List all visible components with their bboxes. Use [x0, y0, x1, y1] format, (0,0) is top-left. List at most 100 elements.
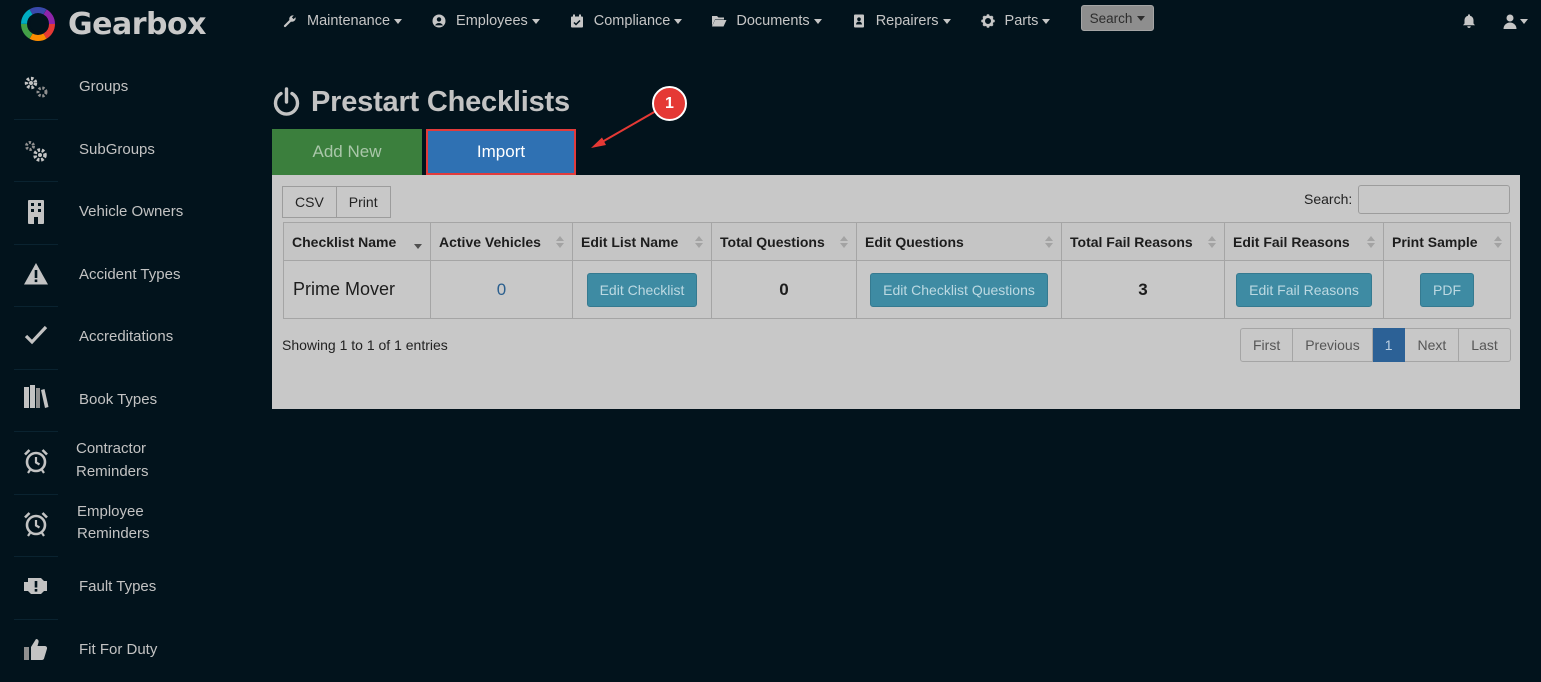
sidebar-divider	[14, 306, 58, 307]
total-questions-cell: 0	[711, 260, 857, 319]
nav-employees[interactable]: Employees	[431, 13, 540, 29]
warning-icon	[22, 260, 50, 288]
sidebar-item-fault-types[interactable]: Fault Types	[0, 556, 240, 619]
sidebar-divider	[14, 431, 58, 432]
pagination-first-button[interactable]: First	[1240, 328, 1294, 362]
brand-name: Gearbox	[68, 6, 206, 42]
pagination: First Previous 1 Next Last	[1240, 328, 1511, 362]
edit-checklist-questions-button[interactable]: Edit Checklist Questions	[870, 272, 1048, 307]
building-icon	[22, 198, 50, 226]
nav-repairers[interactable]: Repairers	[851, 13, 951, 29]
sidebar-item-accident-types[interactable]: Accident Types	[0, 243, 240, 307]
global-search-dropdown[interactable]: Search	[1081, 5, 1154, 31]
brand-logo[interactable]: Gearbox	[18, 4, 206, 44]
column-header-edit-questions[interactable]: Edit Questions	[856, 222, 1062, 261]
pagination-last-button[interactable]: Last	[1459, 328, 1511, 362]
chevron-down-icon	[394, 18, 403, 24]
edit-fail-reasons-button[interactable]: Edit Fail Reasons	[1236, 272, 1372, 307]
pagination-next-button[interactable]: Next	[1405, 328, 1460, 362]
sidebar-item-label: SubGroups	[79, 140, 155, 158]
nav-maintenance[interactable]: Maintenance	[282, 13, 403, 29]
chevron-down-icon	[813, 18, 822, 24]
column-header-checklist-name[interactable]: Checklist Name	[283, 222, 431, 261]
column-header-label: Edit List Name	[581, 233, 679, 250]
thumbs-up-icon	[22, 635, 50, 663]
column-header-total-questions[interactable]: Total Questions	[711, 222, 857, 261]
column-header-active-vehicles[interactable]: Active Vehicles	[430, 222, 573, 261]
sidebar-item-contractor-reminders[interactable]: Contractor Reminders	[0, 431, 240, 494]
user-menu[interactable]	[1503, 12, 1531, 30]
sidebar: Groups SubGroups Vehicle Owners Accident…	[0, 56, 240, 681]
column-header-edit-list-name[interactable]: Edit List Name	[572, 222, 712, 261]
print-button[interactable]: Print	[336, 186, 391, 218]
alarm-clock-icon	[22, 510, 50, 538]
sidebar-item-employee-reminders[interactable]: Employee Reminders	[0, 493, 240, 557]
sidebar-item-groups[interactable]: Groups	[0, 56, 240, 119]
column-header-print-sample[interactable]: Print Sample	[1383, 222, 1511, 261]
chevron-down-icon	[674, 18, 683, 24]
sidebar-item-book-types[interactable]: Book Types	[0, 368, 240, 432]
gears-icon	[22, 137, 50, 165]
calendar-check-icon	[569, 13, 585, 29]
total-fail-reasons-cell: 3	[1061, 260, 1225, 319]
sidebar-item-subgroups[interactable]: SubGroups	[0, 118, 240, 182]
books-icon	[22, 383, 50, 411]
pdf-button[interactable]: PDF	[1420, 272, 1474, 307]
sidebar-item-fit-for-duty[interactable]: Fit For Duty	[0, 618, 240, 682]
add-new-button[interactable]: Add New	[272, 129, 422, 175]
column-header-total-fail-reasons[interactable]: Total Fail Reasons	[1061, 222, 1225, 261]
csv-export-button[interactable]: CSV	[282, 186, 337, 218]
nav-documents[interactable]: Documents	[711, 13, 822, 29]
checklist-table-panel: CSV Print Search: Checklist Name Active …	[272, 175, 1520, 409]
gearbox-logo-icon	[21, 7, 55, 41]
active-vehicles-link[interactable]: 0	[430, 260, 573, 319]
sidebar-divider	[14, 118, 58, 120]
nav-parts[interactable]: Parts	[980, 13, 1051, 29]
edit-list-name-cell: Edit Checklist	[572, 260, 712, 319]
chevron-down-icon	[942, 18, 951, 24]
column-header-label: Active Vehicles	[439, 233, 541, 250]
sidebar-item-vehicle-owners[interactable]: Vehicle Owners	[0, 181, 240, 244]
column-header-edit-fail-reasons[interactable]: Edit Fail Reasons	[1224, 222, 1384, 261]
top-navbar: Gearbox Maintenance Employees Compliance…	[0, 0, 1541, 44]
bell-icon[interactable]	[1461, 13, 1477, 29]
power-icon	[273, 87, 300, 116]
edit-fail-reasons-cell: Edit Fail Reasons	[1224, 260, 1384, 319]
checkmark-icon	[22, 321, 50, 349]
address-book-icon	[851, 13, 867, 29]
pagination-previous-button[interactable]: Previous	[1293, 328, 1373, 362]
table-search-input[interactable]	[1358, 185, 1510, 214]
nav-compliance-label: Compliance	[593, 13, 671, 29]
sort-icon	[1045, 236, 1053, 248]
sidebar-item-accreditations[interactable]: Accreditations	[0, 306, 240, 369]
person-circle-icon	[431, 13, 447, 29]
alarm-clock-icon	[22, 447, 50, 475]
annotation-badge: 1	[652, 86, 687, 121]
column-header-label: Total Fail Reasons	[1070, 233, 1193, 250]
pagination-page-button[interactable]: 1	[1372, 328, 1406, 362]
folder-open-icon	[711, 13, 727, 29]
import-button[interactable]: Import	[426, 129, 576, 175]
nav-compliance[interactable]: Compliance	[569, 13, 683, 29]
column-header-label: Edit Fail Reasons	[1233, 233, 1350, 250]
sort-icon	[840, 236, 848, 248]
column-header-label: Total Questions	[720, 233, 825, 250]
edit-questions-cell: Edit Checklist Questions	[856, 260, 1062, 319]
checklist-name-cell: Prime Mover	[283, 260, 431, 319]
sidebar-divider	[14, 493, 58, 495]
table-info: Showing 1 to 1 of 1 entries	[282, 337, 448, 353]
engine-warning-icon	[22, 572, 50, 600]
wrench-icon	[282, 13, 298, 29]
nav-documents-label: Documents	[736, 13, 810, 29]
nav-maintenance-label: Maintenance	[307, 13, 391, 29]
nav-parts-label: Parts	[1004, 13, 1039, 29]
sort-icon	[1367, 236, 1375, 248]
edit-checklist-button[interactable]: Edit Checklist	[586, 272, 698, 307]
chevron-down-icon	[531, 18, 540, 24]
sidebar-divider	[14, 368, 58, 370]
sidebar-divider	[14, 618, 58, 620]
table-header-row: Checklist Name Active Vehicles Edit List…	[283, 222, 1511, 261]
sidebar-item-label: Book Types	[79, 390, 158, 408]
column-header-label: Edit Questions	[865, 233, 964, 250]
nav-employees-label: Employees	[456, 13, 528, 29]
